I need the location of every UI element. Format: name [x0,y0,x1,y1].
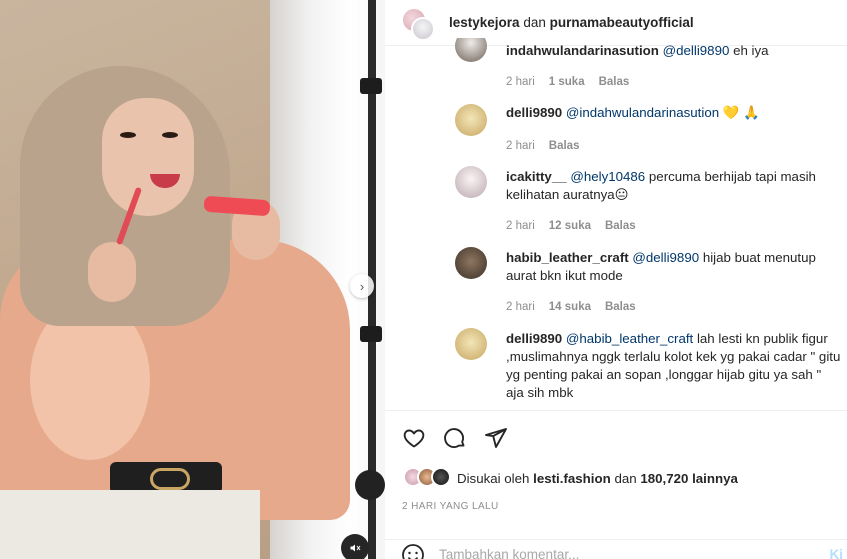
comment-meta: 2 hari 12 suka Balas [506,220,636,232]
liker-username[interactable]: lesti.fashion [533,471,611,486]
comment-time[interactable]: 2 hari [506,220,535,232]
comment-text: habib_leather_craft @delli9890 hijab bua… [506,249,841,285]
comment-meta: 2 hari 14 suka Balas [506,301,636,313]
comment-username[interactable]: delli9890 [506,105,562,120]
comment-text: delli9890 @habib_leather_craft lah lesti… [506,330,841,402]
comment-button[interactable] [442,425,468,451]
like-button[interactable] [401,425,427,451]
stand-disc [355,470,385,500]
stand-clamp [360,78,382,94]
avatar[interactable] [455,104,487,136]
emoji-icon[interactable] [401,543,425,559]
belt-buckle [150,468,190,490]
likes-prefix: Disukai oleh [457,470,530,486]
heart-icon [403,429,425,448]
collab-username[interactable]: purnamabeautyofficial [550,15,694,30]
reply-button[interactable]: Balas [605,301,636,313]
action-icons [401,425,509,451]
reply-button[interactable]: Balas [549,140,580,152]
comment-likes[interactable]: 12 suka [549,220,591,232]
chevron-right-icon: › [359,278,365,294]
stand-clamp [360,326,382,342]
comment-meta: 2 hari 1 suka Balas [506,76,629,88]
face [102,98,194,216]
comment-username[interactable]: habib_leather_craft [506,250,629,265]
liker-avatars[interactable] [403,467,457,489]
comments-list[interactable]: indahwulandarinasution @delli9890 eh iya… [385,38,847,411]
avatar[interactable] [455,247,487,279]
reply-button[interactable]: Balas [599,76,630,88]
carousel-next-button[interactable]: › [350,274,374,298]
likes-count[interactable]: 180,720 lainnya [640,471,738,486]
comment-mention[interactable]: @delli9890 [632,250,699,265]
avatar[interactable] [455,328,487,360]
avatar[interactable] [455,38,487,62]
comment-likes[interactable]: 1 suka [549,76,585,88]
likes-summary: Disukai oleh lesti.fashion dan 180,720 l… [403,467,738,489]
comment-content: 💛 🙏 [722,105,760,120]
share-icon [485,428,507,448]
mute-button[interactable] [341,534,369,559]
author-username[interactable]: lestykejora [449,15,520,30]
comment-time[interactable]: 2 hari [506,76,535,88]
hand [88,242,136,302]
post-media[interactable]: › [0,0,385,559]
post-actions: Disukai oleh lesti.fashion dan 180,720 l… [385,410,847,559]
comment-time[interactable]: 2 hari [506,301,535,313]
comment-mention[interactable]: @hely10486 [570,169,645,184]
comment-time[interactable]: 2 hari [506,140,535,152]
pants [0,490,260,559]
author-conjunction: dan [523,15,546,30]
add-comment-bar: Ki [385,539,847,559]
comment-username[interactable]: delli9890 [506,331,562,346]
comment-mention[interactable]: @indahwulandarinasution [566,105,719,120]
avatar[interactable] [431,467,451,487]
comment-username[interactable]: icakitty__ [506,169,567,184]
mute-icon [350,544,361,552]
comment-text: icakitty__ @hely10486 percuma berhijab t… [506,168,841,204]
post-panel: lestykejora dan purnamabeautyofficial in… [385,0,847,559]
avatar[interactable] [411,16,435,41]
reply-button[interactable]: Balas [605,220,636,232]
comment-icon [444,428,465,449]
author-names: lestykejora dan purnamabeautyofficial [449,15,694,30]
comment-text: indahwulandarinasution @delli9890 eh iya [506,42,841,60]
post-comment-button[interactable]: Ki [830,547,844,559]
likes-conjunction: dan [614,470,637,486]
comment-text: delli9890 @indahwulandarinasution 💛 🙏 [506,104,841,122]
post-timestamp[interactable]: 2 HARI YANG LALU [402,501,499,512]
comment-content: eh iya [733,43,769,58]
comment-meta: 2 hari Balas [506,140,579,152]
eye [162,132,178,138]
avatar[interactable] [455,166,487,198]
comment-mention[interactable]: @delli9890 [663,43,730,58]
share-button[interactable] [483,425,509,451]
eye [120,132,136,138]
comment-mention[interactable]: @habib_leather_craft [566,331,693,346]
author-avatars[interactable] [401,5,437,41]
comment-username[interactable]: indahwulandarinasution [506,43,659,58]
comment-likes[interactable]: 14 suka [549,301,591,313]
comment-input[interactable] [439,547,799,559]
